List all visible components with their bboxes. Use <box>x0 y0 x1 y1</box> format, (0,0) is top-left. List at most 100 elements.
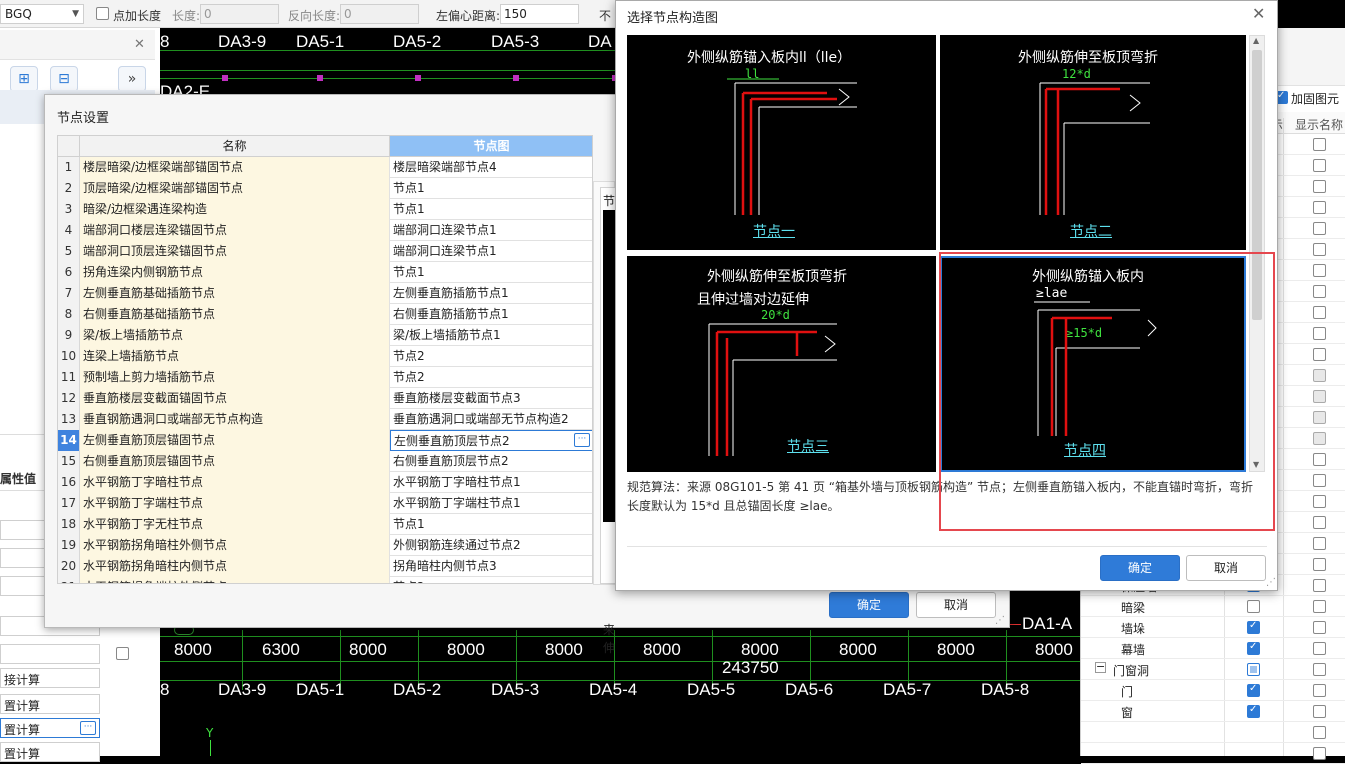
ok-button[interactable]: 确定 <box>829 592 909 618</box>
row-node[interactable]: 端部洞口连梁节点1 <box>390 220 592 241</box>
table-row[interactable]: 11 预制墙上剪力墙插筋节点 节点2 <box>58 367 592 388</box>
show-name-checkbox[interactable] <box>1313 747 1326 760</box>
show-name-checkbox[interactable] <box>1313 663 1326 676</box>
list-item[interactable]: 墙垛 <box>1081 617 1345 638</box>
more-icon[interactable]: ··· <box>80 721 96 735</box>
resize-grip-icon[interactable]: ⋰ <box>995 615 1005 626</box>
row-node-editor[interactable]: 左侧垂直筋顶层节点2 ··· <box>390 430 592 451</box>
close-icon[interactable]: ✕ <box>134 37 145 52</box>
show-name-checkbox[interactable] <box>1313 180 1326 193</box>
table-row[interactable]: 19 水平钢筋拐角暗柱外侧节点 外侧钢筋连续通过节点2 <box>58 535 592 556</box>
row-node[interactable]: 水平钢筋丁字端柱节点1 <box>390 493 592 514</box>
table-row[interactable]: 16 水平钢筋丁字暗柱节点 水平钢筋丁字暗柱节点1 <box>58 472 592 493</box>
layer-icon[interactable]: ⊞ <box>10 66 38 92</box>
show-name-checkbox[interactable] <box>1313 285 1326 298</box>
visible-checkbox[interactable] <box>1247 641 1260 655</box>
table-row[interactable]: 7 左侧垂直筋基础插筋节点 左侧垂直筋插筋节点1 <box>58 283 592 304</box>
property-field[interactable]: 置计算 <box>0 694 100 714</box>
row-node[interactable]: 节点1 <box>390 199 592 220</box>
table-row[interactable]: 2 顶层暗梁/边框梁端部锚固节点 节点1 <box>58 178 592 199</box>
show-name-checkbox[interactable] <box>1313 516 1326 529</box>
row-node[interactable]: 右侧垂直筋插筋节点1 <box>390 304 592 325</box>
collapse-icon[interactable]: − <box>1095 661 1106 673</box>
node-option-2[interactable]: 外侧纵筋伸至板顶弯折 12*d 节点二 <box>940 35 1246 250</box>
show-name-checkbox[interactable] <box>1313 621 1326 634</box>
list-item[interactable]: − 门窗洞 <box>1081 659 1345 680</box>
show-name-checkbox[interactable] <box>1313 495 1326 508</box>
show-name-checkbox[interactable] <box>1313 306 1326 319</box>
table-row[interactable]: 15 右侧垂直筋顶层锚固节点 右侧垂直筋顶层节点2 <box>58 451 592 472</box>
list-item[interactable]: 门 <box>1081 680 1345 701</box>
show-name-checkbox[interactable] <box>1313 705 1326 718</box>
reverse-length-input[interactable]: 0 <box>340 4 419 24</box>
row-node[interactable]: 节点2 <box>390 577 592 583</box>
show-name-checkbox[interactable] <box>1313 390 1326 403</box>
show-name-checkbox[interactable] <box>1313 642 1326 655</box>
table-row[interactable]: 1 楼层暗梁/边框梁端部锚固节点 楼层暗梁端部节点4 <box>58 157 592 178</box>
visible-checkbox[interactable] <box>1247 600 1260 613</box>
show-name-checkbox[interactable] <box>1313 537 1326 550</box>
close-icon[interactable]: ✕ <box>1252 4 1265 23</box>
visible-checkbox[interactable] <box>1247 620 1260 634</box>
row-node[interactable]: 垂直筋遇洞口或端部无节点构造2 <box>390 409 592 430</box>
table-row[interactable]: 17 水平钢筋丁字端柱节点 水平钢筋丁字端柱节点1 <box>58 493 592 514</box>
table-row[interactable]: 4 端部洞口楼层连梁锚固节点 端部洞口连梁节点1 <box>58 220 592 241</box>
show-name-checkbox[interactable] <box>1313 222 1326 235</box>
show-name-checkbox[interactable] <box>1313 558 1326 571</box>
list-item[interactable]: 窗 <box>1081 701 1345 722</box>
show-name-checkbox[interactable] <box>1313 684 1326 697</box>
length-input[interactable]: 0 <box>200 4 279 24</box>
table-row[interactable]: 14 左侧垂直筋顶层锚固节点 左侧垂直筋顶层节点2 ··· <box>58 430 592 451</box>
node-option-1[interactable]: 外侧纵筋锚入板内ll（lle） ll 节点一 <box>627 35 936 250</box>
row-node[interactable]: 外侧钢筋连续通过节点2 <box>390 535 592 556</box>
table-row[interactable]: 12 垂直筋楼层变截面锚固节点 垂直筋楼层变截面节点3 <box>58 388 592 409</box>
table-row[interactable]: 21水平钢筋拐角端柱外侧节点节点2 <box>58 577 592 583</box>
table-row[interactable]: 10 连梁上墙插筋节点 节点2 <box>58 346 592 367</box>
row-node[interactable]: 楼层暗梁端部节点4 <box>390 157 592 178</box>
row-node[interactable]: 端部洞口连梁节点1 <box>390 241 592 262</box>
resize-grip-icon[interactable]: ⋰ <box>1266 577 1276 588</box>
table-row[interactable]: 18 水平钢筋丁字无柱节点 节点1 <box>58 514 592 535</box>
row-node[interactable]: 右侧垂直筋顶层节点2 <box>390 451 592 472</box>
visible-checkbox[interactable] <box>1247 663 1260 676</box>
row-node[interactable]: 节点2 <box>390 367 592 388</box>
row-node[interactable]: 节点2 <box>390 346 592 367</box>
show-name-checkbox[interactable] <box>1313 600 1326 613</box>
show-name-checkbox[interactable] <box>1313 432 1326 445</box>
row-node[interactable]: 梁/板上墙插筋节点1 <box>390 325 592 346</box>
show-name-checkbox[interactable] <box>1313 348 1326 361</box>
list-item[interactable] <box>1081 743 1345 764</box>
show-name-checkbox[interactable] <box>1313 138 1326 151</box>
visible-checkbox[interactable] <box>1247 704 1260 718</box>
row-node[interactable]: 左侧垂直筋插筋节点1 <box>390 283 592 304</box>
show-name-checkbox[interactable] <box>1313 411 1326 424</box>
table-row[interactable]: 3 暗梁/边框梁遇连梁构造 节点1 <box>58 199 592 220</box>
show-name-checkbox[interactable] <box>1313 474 1326 487</box>
ok-button[interactable]: 确定 <box>1100 555 1180 581</box>
show-name-checkbox[interactable] <box>1313 201 1326 214</box>
table-row[interactable]: 20 水平钢筋拐角暗柱内侧节点 拐角暗柱内侧节点3 <box>58 556 592 577</box>
row-node[interactable]: 水平钢筋丁字暗柱节点1 <box>390 472 592 493</box>
node-option-3[interactable]: 外侧纵筋伸至板顶弯折 且伸过墙对边延伸 20*d 节点三 <box>627 256 936 472</box>
cancel-button[interactable]: 取消 <box>1186 555 1266 581</box>
list-item[interactable]: 幕墙 <box>1081 638 1345 659</box>
table-row[interactable]: 9 梁/板上墙插筋节点 梁/板上墙插筋节点1 <box>58 325 592 346</box>
property-field[interactable] <box>0 644 100 664</box>
copy-layer-icon[interactable]: ⊟ <box>50 66 78 92</box>
property-field[interactable]: 置计算 <box>0 742 100 762</box>
property-field[interactable]: 接计算 <box>0 668 100 688</box>
cancel-button[interactable]: 取消 <box>916 592 996 618</box>
expand-icon[interactable]: » <box>118 66 146 92</box>
left-offset-input[interactable]: 150 <box>500 4 579 24</box>
element-type-combo[interactable]: BGQ ▼ <box>0 4 84 24</box>
row-node[interactable]: 拐角暗柱内侧节点3 <box>390 556 592 577</box>
list-item[interactable] <box>1081 722 1345 743</box>
show-name-checkbox[interactable] <box>1313 453 1326 466</box>
table-row[interactable]: 13 垂直钢筋遇洞口或端部无节点构造 垂直筋遇洞口或端部无节点构造2 <box>58 409 592 430</box>
show-name-checkbox[interactable] <box>1313 327 1326 340</box>
show-name-checkbox[interactable] <box>1313 243 1326 256</box>
table-row[interactable]: 5 端部洞口顶层连梁锚固节点 端部洞口连梁节点1 <box>58 241 592 262</box>
row-node[interactable]: 节点1 <box>390 178 592 199</box>
table-row[interactable]: 6 拐角连梁内侧钢筋节点 节点1 <box>58 262 592 283</box>
row-node[interactable]: 节点1 <box>390 262 592 283</box>
